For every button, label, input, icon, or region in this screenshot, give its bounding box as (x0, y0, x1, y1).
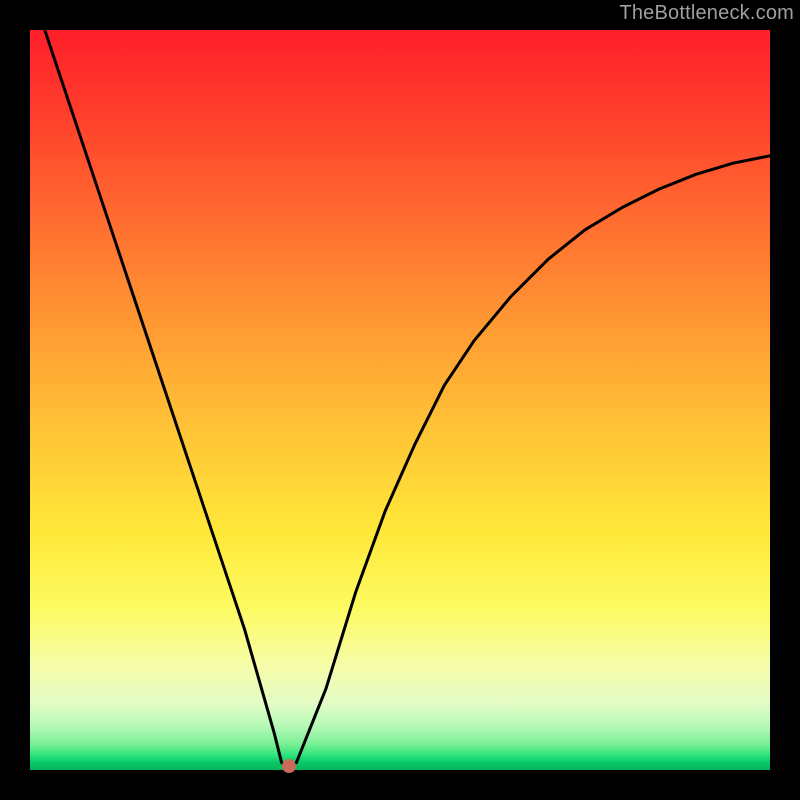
bottleneck-curve-path (45, 30, 770, 766)
watermark-text: TheBottleneck.com (619, 2, 794, 25)
curve-svg (30, 30, 770, 770)
minimum-marker (282, 759, 296, 773)
chart-frame: TheBottleneck.com (0, 0, 800, 800)
plot-area (30, 30, 770, 770)
